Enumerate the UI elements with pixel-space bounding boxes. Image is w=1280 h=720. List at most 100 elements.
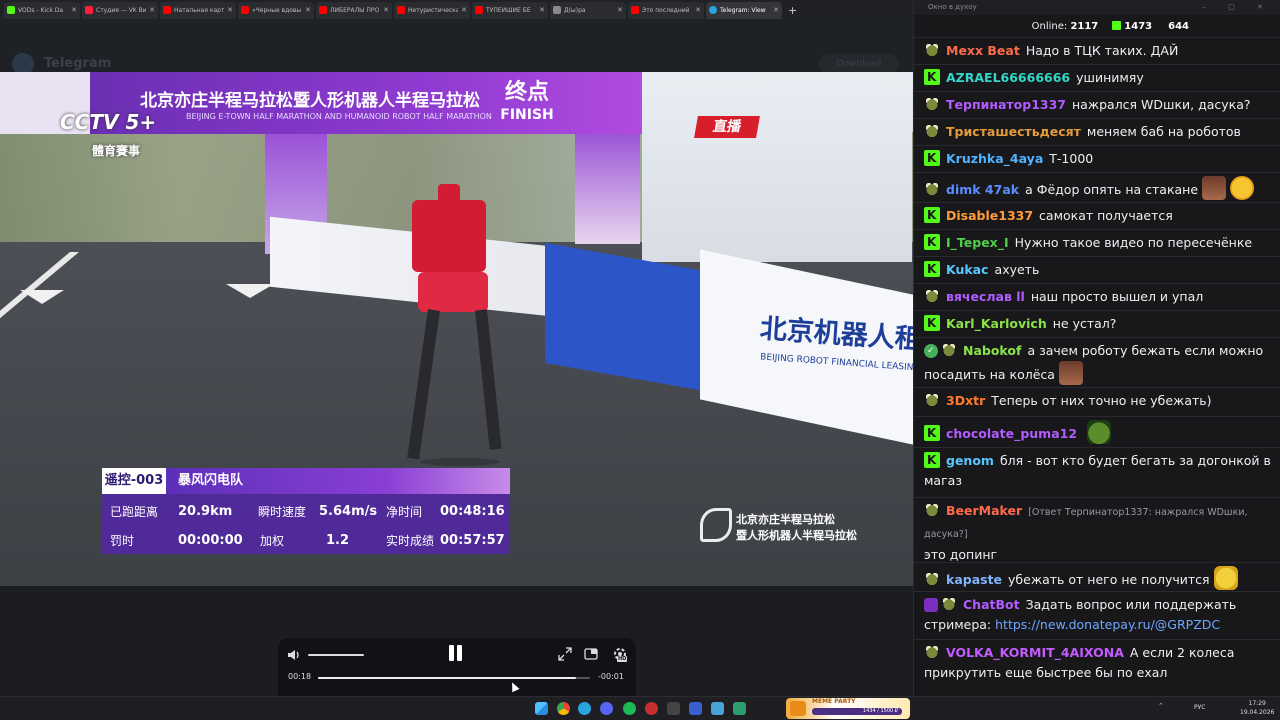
emote-pepe-icon [1087,420,1112,444]
frog-badge-icon [924,288,940,304]
language-indicator[interactable]: РУС [1194,704,1205,711]
screen: VODs - Kick Da ✕ Студия — VK Ви ✕ Натальная … [0,0,1280,720]
tab-close-icon[interactable]: ✕ [227,6,233,14]
frog-badge-icon [924,42,940,58]
chat-username[interactable]: Karl_Karlovich [946,316,1047,331]
chat-message: 3Dxtr Теперь от них точно не убежать) [914,387,1280,416]
scoreboard-row-2: 罚时 00:00:00 加权 1.2 实时成绩 00:57:57 [102,526,510,554]
chat-username[interactable]: Kruzhka_4aya [946,151,1043,166]
chat-username[interactable]: Nabokof [963,343,1021,358]
tab-close-icon[interactable]: ✕ [695,6,701,14]
hd-badge: HD [617,656,628,662]
net-time-label: 净时间 [386,504,423,519]
telegram-download-button[interactable]: Download [819,54,899,74]
fullscreen-icon[interactable] [558,647,572,661]
background-building [642,72,912,262]
chat-message: Kruzhka_4aya Т-1000 [914,145,1280,172]
chat-username[interactable]: AZRAEL66666666 [946,70,1070,85]
tab-close-icon[interactable]: ✕ [461,6,467,14]
chat-username[interactable]: VOLKA_KORMIT_4AIXONA [946,645,1124,660]
frog-badge-icon [941,596,957,612]
telegram-app-icon[interactable] [578,702,591,715]
tab-close-icon[interactable]: ✕ [617,6,623,14]
clock-date: 19.04.2026 [1240,709,1275,716]
pause-button[interactable] [447,645,465,663]
kick-badge-icon [924,205,940,225]
chat-text: ушинимяу [1076,70,1144,85]
chat-username[interactable]: chocolate_puma12 [946,426,1077,441]
chat-username[interactable]: I_Tepex_I [946,235,1009,250]
distance-label: 已跑距离 [110,504,159,519]
tab-label: VODs - Kick Da [18,6,64,14]
app-icon[interactable] [711,702,724,715]
chat-username[interactable]: Тристашестьдесят [946,124,1081,139]
new-tab-button[interactable]: + [788,4,797,17]
bot-icon [924,598,938,612]
browser-tab[interactable]: ЛИБЕРАЛЫ ПРО ✕ [316,1,392,19]
browser-tab[interactable]: Это последний ✕ [628,1,704,19]
app-icon[interactable] [689,702,702,715]
app-icon[interactable] [645,702,658,715]
browser-tab[interactable]: Студия — VK Ви ✕ [82,1,158,19]
browser-tab[interactable]: Нетуристическа ✕ [394,1,470,19]
browser-tab[interactable]: Telegram: View ✕ [706,1,782,19]
browser-tab[interactable]: VODs - Kick Da ✕ [4,1,80,19]
chat-username[interactable]: BeerMaker [946,503,1022,518]
chat-text: Надо в ТЦК таких. ДАЙ [1025,43,1179,58]
chat-username[interactable]: kapaste [946,572,1002,587]
system-tray[interactable]: ⌃ [1158,702,1164,710]
arch-title: 北京亦庄半程马拉松暨人形机器人半程马拉松 [140,91,480,111]
youtube-icon [475,6,483,14]
spotify-icon[interactable] [623,702,636,715]
chat-username[interactable]: genom [946,453,994,468]
video-frame[interactable]: 北京亦庄半程马拉松暨人形机器人半程马拉松 BEIJING E-TOWN HALF… [0,72,913,586]
window-controls[interactable]: – □ ✕ [1203,0,1273,15]
banner-title: MEME PARTY [812,698,856,705]
volume-icon[interactable] [286,647,302,663]
chat-text: нажрался WDшки, дасука? [1072,97,1251,112]
clock[interactable]: 17:29 19.04.2026 [1240,699,1274,717]
chat-message: chocolate_puma12 [914,416,1280,447]
emote-laugh-icon [1230,176,1255,200]
tab-close-icon[interactable]: ✕ [383,6,389,14]
telegram-web-pane: Telegram Download 北京亦庄半程马拉松暨人形机器人半程马拉松 B… [0,20,913,710]
chrome-icon[interactable] [557,702,570,715]
emote-happy-icon [1213,566,1238,590]
tab-label: Telegram: View [720,6,766,14]
browser-tab[interactable]: Натальная карт ✕ [160,1,236,19]
tray-chevron-icon[interactable]: ⌃ [1158,702,1164,710]
chat-message: dimk 47ak а Фёдор опять на стакане [914,172,1280,202]
chat-username[interactable]: Disable1337 [946,208,1033,223]
app-icon[interactable] [667,702,680,715]
tab-close-icon[interactable]: ✕ [539,6,545,14]
chat-message: Karl_Karlovich не устал? [914,310,1280,337]
tab-close-icon[interactable]: ✕ [71,6,77,14]
tab-close-icon[interactable]: ✕ [149,6,155,14]
volume-slider[interactable] [308,654,364,656]
app-icon[interactable] [733,702,746,715]
chat-username[interactable]: ChatBot [963,597,1020,612]
start-icon[interactable] [535,702,548,715]
kick-badge-icon [924,450,940,470]
chat-text: Нужно такое видео по пересечёнке [1014,235,1253,250]
picture-in-picture-icon[interactable] [584,647,598,661]
chat-text: убежать от него не получится [1008,572,1210,587]
browser-tab[interactable]: «Черные вдовы ✕ [238,1,314,19]
kick-count: 1473 [1124,20,1153,32]
seek-bar[interactable] [318,677,590,679]
chat-username[interactable]: Kukac [946,262,989,277]
chat-username[interactable]: 3Dxtr [946,393,985,408]
browser-tab[interactable]: ТУПЕЙШИЕ БЕ ✕ [472,1,548,19]
chat-username[interactable]: вячеслав ll [946,289,1025,304]
frog-stat: 644 [1166,21,1189,32]
donation-goal-widget[interactable]: MEME PARTY 1434 / 1500 ₽ [786,698,910,719]
chat-username[interactable]: Терпинатор1337 [946,97,1066,112]
chat-username[interactable]: dimk 47ak [946,182,1019,197]
remaining-time: -00:01 [598,672,624,681]
chat-link[interactable]: https://new.donatepay.ru/@GRPZDC [995,617,1220,632]
tab-close-icon[interactable]: ✕ [305,6,311,14]
chat-username[interactable]: Mexx Beat [946,43,1020,58]
discord-icon[interactable] [600,702,613,715]
browser-tab[interactable]: Д(ы)ра ✕ [550,1,626,19]
tab-close-icon[interactable]: ✕ [773,6,779,14]
